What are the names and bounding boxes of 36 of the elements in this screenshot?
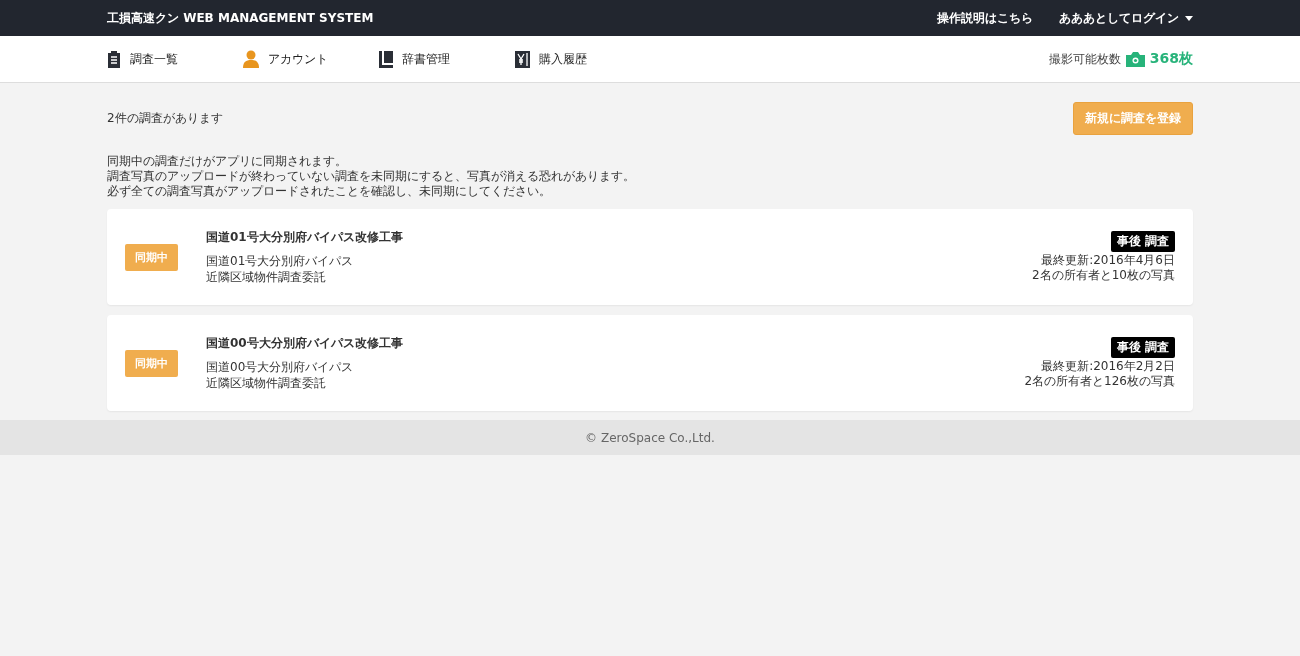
- person-icon: [243, 50, 259, 68]
- nav-item[interactable]: 調査一覧: [107, 50, 243, 68]
- survey-description: 近隣区域物件調査委託: [206, 375, 327, 391]
- survey-description: 近隣区域物件調査委託: [206, 269, 327, 285]
- survey-type-tag: 事後 調査: [1110, 231, 1175, 252]
- notice-line: 同期中の調査だけがアプリに同期されます。: [107, 154, 348, 169]
- survey-count: 2件の調査があります: [107, 110, 223, 127]
- copyright: © ZeroSpace Co.,Ltd.: [585, 430, 715, 445]
- survey-card[interactable]: 同期中 国道00号大分別府バイパス改修工事 国道00号大分別府バイパス 近隣区域物件調査委託 事後 調査 最終更新:2016年2月2日 2名の所有者と126枚の写真: [107, 315, 1193, 411]
- survey-title: 国道01号大分別府バイパス改修工事: [206, 229, 404, 245]
- nav-item[interactable]: アカウント: [243, 50, 379, 68]
- sync-status: 同期中: [125, 349, 178, 377]
- last-updated: 最終更新:2016年2月2日: [1041, 359, 1175, 374]
- survey-card[interactable]: 同期中 国道01号大分別府バイパス改修工事 国道01号大分別府バイパス 近隣区域物件調査委託 事後 調査 最終更新:2016年4月6日 2名の所有者と10枚の写真: [107, 209, 1193, 305]
- survey-title: 国道00号大分別府バイパス改修工事: [206, 335, 404, 351]
- book-icon: [379, 50, 393, 68]
- survey-counts: 2名の所有者と10枚の写真: [1032, 268, 1175, 283]
- user-menu[interactable]: あああとしてログイン: [1059, 9, 1193, 27]
- clipboard-icon: [107, 50, 121, 68]
- nav-item[interactable]: 辞書管理: [379, 50, 515, 68]
- quota-value: 368枚: [1149, 50, 1193, 68]
- app-title: 工損高速クン WEB MANAGEMENT SYSTEM: [107, 9, 374, 27]
- survey-counts: 2名の所有者と126枚の写真: [1024, 374, 1175, 389]
- survey-type-tag: 事後 調査: [1110, 337, 1175, 358]
- last-updated: 最終更新:2016年4月6日: [1041, 253, 1175, 268]
- help-link[interactable]: 操作説明はこちら: [937, 9, 1033, 27]
- survey-subtitle: 国道01号大分別府バイパス: [206, 253, 355, 269]
- sync-status: 同期中: [125, 243, 178, 271]
- notice-line: 調査写真のアップロードが終わっていない調査を未同期にすると、写真が消える恐れがあります。: [107, 169, 636, 184]
- caret-icon: [1185, 15, 1193, 21]
- camera-icon: [1125, 51, 1145, 67]
- nav-item[interactable]: 購入履歴: [515, 50, 651, 68]
- ledger-icon: [515, 50, 530, 68]
- survey-subtitle: 国道00号大分別府バイパス: [206, 359, 355, 375]
- quota-label: 撮影可能枚数: [1048, 50, 1121, 68]
- notice-line: 必ず全ての調査写真がアップロードされたことを確認し、未同期にしてください。: [107, 184, 552, 199]
